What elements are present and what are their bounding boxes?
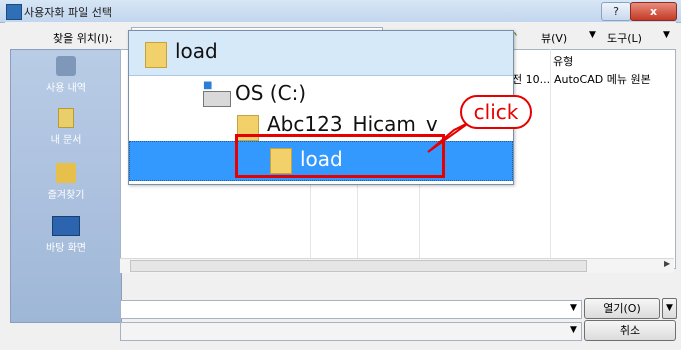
help-button[interactable]: ?: [601, 2, 631, 21]
column-divider: [357, 183, 358, 258]
windows-logo-icon: ■: [203, 80, 213, 91]
window-title: 사용자화 파일 선택: [24, 6, 112, 19]
column-divider: [550, 49, 551, 258]
place-history-label: 사용 내역: [46, 83, 86, 94]
dropdown-item-label: Abc123_Hicam_v: [267, 112, 438, 136]
place-history[interactable]: 사용 내역: [11, 56, 121, 94]
place-favorites[interactable]: 즐겨찾기: [11, 163, 121, 201]
column-divider: [419, 183, 420, 258]
place-documents[interactable]: 내 문서: [11, 108, 121, 146]
scroll-right-icon[interactable]: ▶: [664, 259, 670, 268]
place-desktop[interactable]: 바탕 화면: [11, 216, 121, 254]
dropdown-item-load-top[interactable]: load: [129, 31, 513, 76]
chevron-down-icon[interactable]: ▼: [570, 303, 577, 313]
open-button[interactable]: 열기(O): [584, 298, 660, 319]
row-type: AutoCAD 메뉴 원본: [554, 73, 651, 86]
open-options-dropdown[interactable]: ▼: [662, 298, 677, 319]
chevron-down-icon[interactable]: ▼: [570, 325, 577, 335]
click-callout: click: [460, 95, 532, 129]
highlight-box: [235, 134, 445, 178]
views-menu[interactable]: 뷰(V): [541, 30, 567, 46]
chevron-down-icon[interactable]: ▼: [589, 30, 596, 40]
cancel-button[interactable]: 취소: [584, 320, 676, 341]
drive-icon: [203, 91, 231, 107]
desktop-icon: [52, 216, 80, 236]
filename-input[interactable]: [120, 300, 582, 319]
tools-menu[interactable]: 도구(L): [607, 30, 642, 46]
dropdown-item-label: load: [175, 39, 218, 63]
look-in-label: 찾을 위치(I):: [53, 32, 113, 45]
place-documents-label: 내 문서: [50, 135, 82, 146]
column-header-type[interactable]: 유형: [553, 53, 573, 69]
places-bar: 사용 내역 내 문서 즐겨찾기 바탕 화면: [10, 49, 122, 323]
close-button[interactable]: x: [630, 2, 677, 21]
row-date: 전 10...: [512, 73, 551, 86]
dropdown-item-label: OS (C:): [235, 81, 307, 105]
column-divider: [310, 183, 311, 258]
favorites-icon: [56, 163, 76, 183]
place-favorites-label: 즐겨찾기: [47, 190, 85, 201]
documents-icon: [58, 108, 74, 128]
history-icon: [56, 56, 76, 76]
scrollbar-thumb[interactable]: [130, 260, 587, 272]
folder-icon: [145, 42, 167, 68]
app-icon: [6, 4, 22, 20]
file-type-select[interactable]: [120, 322, 582, 341]
chevron-down-icon[interactable]: ▼: [663, 30, 670, 40]
place-desktop-label: 바탕 화면: [46, 243, 86, 254]
